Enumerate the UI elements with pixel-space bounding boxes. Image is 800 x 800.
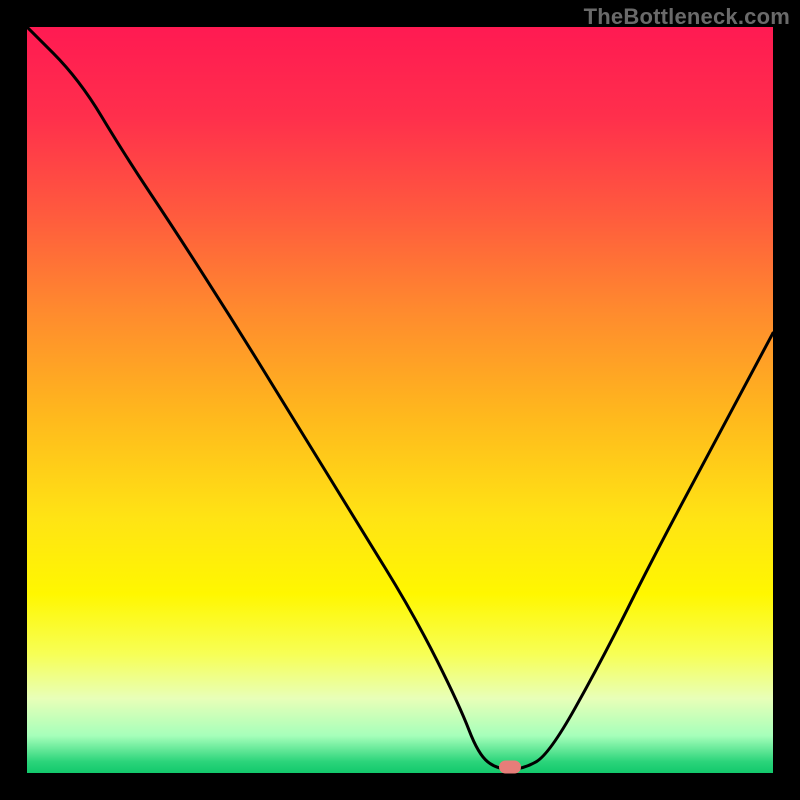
- watermark-text: TheBottleneck.com: [584, 4, 790, 30]
- chart-frame: TheBottleneck.com: [0, 0, 800, 800]
- chart-svg: [27, 27, 773, 773]
- optimal-point-marker: [499, 761, 521, 774]
- gradient-background: [27, 27, 773, 773]
- plot-area: [27, 27, 773, 773]
